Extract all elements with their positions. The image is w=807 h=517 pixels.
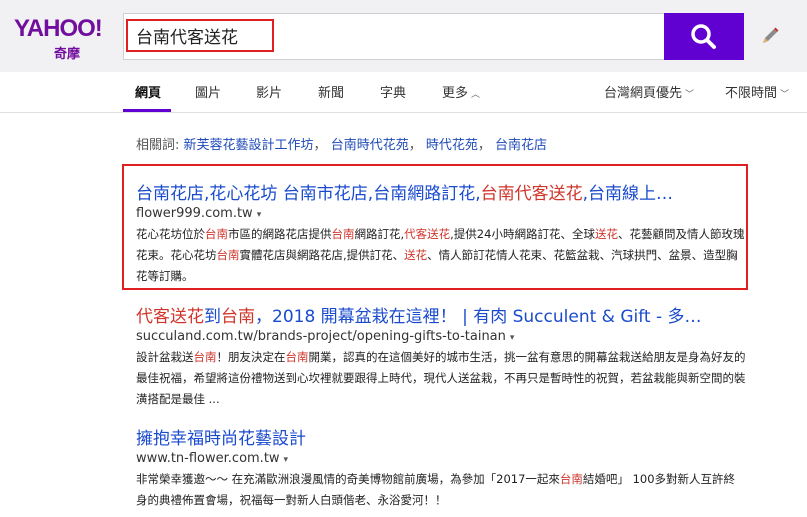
yahoo-logo[interactable]: YAHOO! 奇摩 — [14, 15, 106, 62]
result-title-segment: 代客送花 — [136, 307, 204, 327]
result-url-text: flower999.com.tw — [136, 206, 253, 221]
active-tab-indicator — [123, 109, 171, 112]
result-title-segment: 台南 — [221, 307, 255, 327]
result-snippet-segment: 台南 — [285, 350, 309, 364]
related-searches: 相關詞: 新芙蓉花藝設計工作坊， 台南時代花苑， 時代花苑， 台南花店 — [136, 138, 548, 153]
search-result: 擁抱幸福時尚花藝設計 www.tn-flower.com.tw ▾ 非常榮幸獲邀～… — [136, 424, 756, 511]
result-snippet-segment: 送花 — [404, 248, 428, 262]
result-title-segment: 台南代客送花 — [480, 184, 583, 204]
result-title-segment: ,台南線上… — [582, 184, 674, 204]
search-result: 代客送花到台南，2018 開幕盆栽在這裡！ | 有肉 Succulent & G… — [136, 302, 756, 410]
result-snippet: 設計盆栽送台南！朋友決定在台南開業，認真的在這個美好的城市生活，挑一盆有意思的開… — [136, 347, 746, 410]
related-link[interactable]: 時代花苑 — [426, 138, 478, 153]
result-snippet: 花心花坊位於台南市區的網路花店提供台南網路訂花,代客送花,提供24小時網路訂花、… — [136, 224, 746, 287]
result-title-link[interactable]: 代客送花到台南，2018 開幕盆栽在這裡！ | 有肉 Succulent & G… — [136, 302, 756, 327]
result-snippet-segment: 實體花店與網路花店,提供訂花、 — [239, 248, 405, 262]
pencil-icon[interactable] — [760, 26, 780, 46]
result-snippet-segment: 網路訂花, — [354, 227, 405, 241]
result-snippet-segment: 送花 — [594, 227, 618, 241]
result-snippet-segment: 台南 — [193, 350, 217, 364]
search-icon — [691, 24, 716, 49]
logo-sub: 奇摩 — [54, 47, 81, 62]
result-snippet: 非常榮幸獲邀～～ 在充滿歐洲浪漫風情的奇美博物館前廣場，為參加「2017一起來台… — [136, 469, 746, 511]
result-snippet-segment: 台南 — [559, 472, 583, 486]
result-snippet-segment: 非常榮幸獲邀～～ 在充滿歐洲浪漫風情的奇美博物館前廣場，為參加「2017一起來 — [136, 472, 560, 486]
tab-more-label: 更多 — [442, 86, 469, 101]
tab-dictionary[interactable]: 字典 — [380, 82, 406, 101]
search-query: 台南代客送花 — [136, 28, 238, 48]
related-label: 相關詞: — [136, 138, 180, 153]
result-title-segment: ，2018 開幕盆栽在這裡！ | 有肉 Succulent & Gift - 多… — [255, 307, 702, 327]
result-snippet-segment: 代客送花 — [404, 227, 451, 241]
chevron-down-icon[interactable]: ▾ — [284, 455, 289, 465]
result-title-segment: 到 — [204, 307, 221, 327]
time-filter-label: 不限時間 — [725, 86, 778, 101]
result-url[interactable]: flower999.com.tw ▾ — [136, 206, 756, 221]
related-link[interactable]: 台南時代花苑 — [331, 138, 409, 153]
tab-web[interactable]: 網頁 — [135, 82, 161, 101]
result-snippet-segment: 台南 — [216, 248, 240, 262]
result-title-segment: 台南花店,花心花坊 台南市花店,台南網路訂花, — [136, 184, 481, 204]
result-snippet-segment: ,提供24小時網路訂花、全球 — [450, 227, 595, 241]
result-snippet-segment: ！朋友決定在 — [216, 350, 286, 364]
search-button[interactable] — [664, 13, 744, 60]
result-snippet-segment: 台南 — [331, 227, 355, 241]
search-result: 台南花店,花心花坊 台南市花店,台南網路訂花,台南代客送花,台南線上… flow… — [136, 179, 756, 287]
vertical-tabs: 網頁 圖片 影片 新聞 字典 更多 ︿ 台灣網頁優先 ﹀ 不限時間 ﹀ — [0, 72, 807, 113]
result-title-segment: 擁抱幸福時尚花藝設計 — [136, 429, 306, 449]
result-snippet-segment: 花心花坊位於 — [136, 227, 205, 241]
chevron-down-icon: ﹀ — [685, 90, 695, 100]
result-url[interactable]: succuland.com.tw/brands-project/opening-… — [136, 329, 756, 344]
search-input[interactable]: 台南代客送花 — [123, 13, 664, 60]
result-url-text: www.tn-flower.com.tw — [136, 451, 280, 466]
time-filter[interactable]: 不限時間 ﹀ — [725, 82, 789, 101]
chevron-down-icon[interactable]: ▾ — [257, 210, 262, 220]
region-filter[interactable]: 台灣網頁優先 ﹀ — [604, 82, 694, 101]
result-url-text: succuland.com.tw/brands-project/opening-… — [136, 329, 506, 344]
region-filter-label: 台灣網頁優先 — [604, 86, 683, 101]
result-url[interactable]: www.tn-flower.com.tw ▾ — [136, 451, 756, 466]
chevron-down-icon: ︿ — [471, 90, 481, 100]
tab-more[interactable]: 更多 ︿ — [442, 82, 480, 101]
result-title-link[interactable]: 台南花店,花心花坊 台南市花店,台南網路訂花,台南代客送花,台南線上… — [136, 179, 756, 204]
result-snippet-segment: 設計盆栽送 — [136, 350, 194, 364]
tab-news[interactable]: 新聞 — [318, 82, 344, 101]
chevron-down-icon: ﹀ — [780, 90, 790, 100]
related-link[interactable]: 台南花店 — [495, 138, 547, 153]
header-bar: YAHOO! 奇摩 台南代客送花 — [0, 0, 807, 72]
result-snippet-segment: 台南 — [205, 227, 228, 241]
tab-videos[interactable]: 影片 — [256, 82, 282, 101]
tab-images[interactable]: 圖片 — [195, 82, 221, 101]
result-title-link[interactable]: 擁抱幸福時尚花藝設計 — [136, 424, 756, 449]
chevron-down-icon[interactable]: ▾ — [510, 333, 515, 343]
result-snippet-segment: 市區的網路花店提供 — [228, 227, 332, 241]
related-link[interactable]: 新芙蓉花藝設計工作坊 — [184, 138, 314, 153]
logo-brand: YAHOO! — [14, 15, 103, 42]
